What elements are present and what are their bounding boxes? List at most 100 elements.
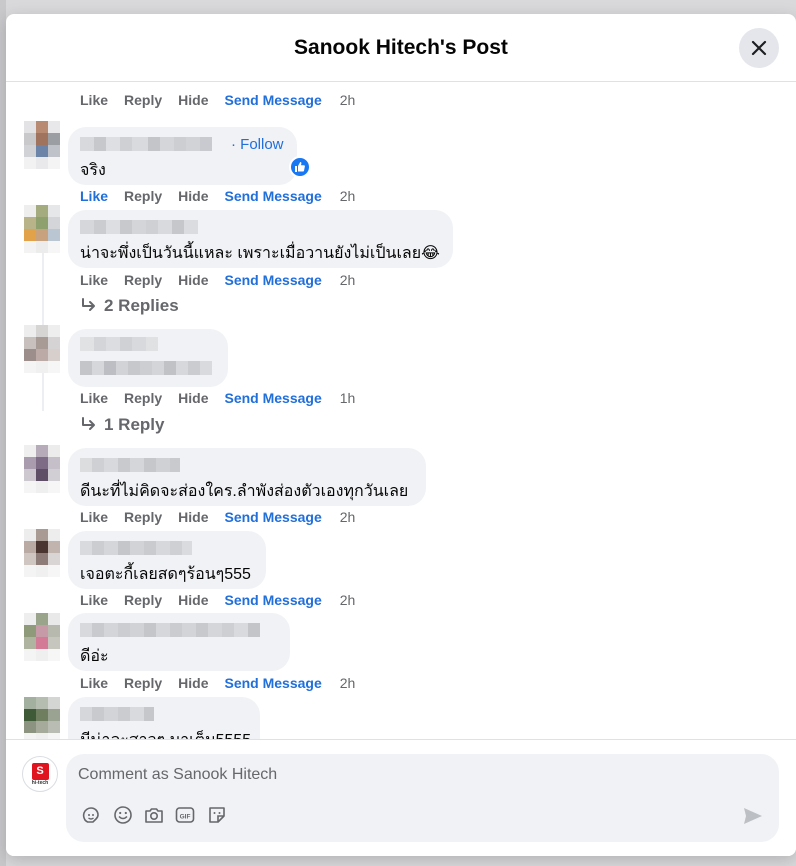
hide-button[interactable]: Hide	[178, 390, 208, 406]
avatar[interactable]	[24, 121, 60, 175]
comment-bubble: น่าจะพึ่งเป็นวันนี้แหละ เพราะเมื่อวานยัง…	[68, 210, 453, 268]
reply-button[interactable]: Reply	[124, 188, 162, 204]
comment-bubble	[68, 329, 228, 387]
follow-link[interactable]: · Follow	[231, 136, 284, 153]
comment-time[interactable]: 2h	[340, 675, 356, 691]
like-button[interactable]: Like	[80, 592, 108, 608]
comment-actions: Like Reply Hide Send Message 2h	[80, 673, 355, 693]
dialog-header: Sanook Hitech's Post	[6, 14, 796, 82]
comment-actions: Like Reply Hide Send Message 1h	[80, 388, 355, 408]
like-button[interactable]: Like	[80, 390, 108, 406]
comment-time[interactable]: 2h	[340, 92, 356, 108]
author-name-blurred[interactable]	[80, 623, 260, 639]
comment-bubble: ดีอ่ะ	[68, 613, 290, 671]
comment-actions: Like Reply Hide Send Message 2h	[80, 186, 355, 206]
hide-button[interactable]: Hide	[178, 272, 208, 288]
reply-button[interactable]: Reply	[124, 592, 162, 608]
emoji-button[interactable]	[112, 804, 134, 826]
comment-time[interactable]: 2h	[340, 272, 356, 288]
avatar[interactable]	[24, 325, 60, 379]
like-button[interactable]: Like	[80, 272, 108, 288]
like-button[interactable]: Like	[80, 188, 108, 204]
like-button[interactable]: Like	[80, 509, 108, 525]
photo-button[interactable]	[143, 804, 165, 826]
hide-button[interactable]: Hide	[178, 188, 208, 204]
emoji-icon	[114, 806, 132, 824]
like-button[interactable]: Like	[80, 92, 108, 108]
hide-button[interactable]: Hide	[178, 92, 208, 108]
comment-bubble: เจอตะกี้เลยสดๆร้อนๆ555	[68, 531, 266, 589]
avatar-sticker-icon	[82, 807, 99, 823]
svg-text:GIF: GIF	[180, 813, 191, 820]
hide-button[interactable]: Hide	[178, 509, 208, 525]
author-name-blurred[interactable]	[80, 337, 158, 353]
comment-text: เจอตะกี้เลยสดๆร้อนๆ555	[80, 566, 251, 583]
like-button[interactable]: Like	[80, 675, 108, 691]
close-button[interactable]	[739, 28, 779, 68]
comments-list[interactable]: Like Reply Hide Send Message 2h · Follow…	[6, 83, 796, 739]
comment-bubble: มีน่าละสาวๆ.มาเต็ม5555	[68, 697, 260, 739]
send-message-button[interactable]: Send Message	[224, 92, 321, 108]
logo-caption: hi-tech	[31, 779, 49, 786]
avatar[interactable]	[24, 529, 60, 583]
reply-arrow-icon	[82, 417, 95, 430]
avatar[interactable]	[24, 205, 60, 259]
view-replies-link[interactable]: 1 Reply	[80, 415, 164, 435]
send-message-button[interactable]: Send Message	[224, 272, 321, 288]
comment-text: น่าจะพึ่งเป็นวันนี้แหละ เพราะเมื่อวานยัง…	[80, 245, 440, 262]
gif-button[interactable]: GIF	[174, 804, 196, 826]
comment-time[interactable]: 1h	[340, 390, 356, 406]
author-name-blurred[interactable]	[80, 137, 212, 153]
avatar[interactable]	[24, 697, 60, 739]
reaction-badge[interactable]	[289, 156, 311, 178]
comment-bubble: ดีนะที่ไม่คิดจะส่องใคร.ลำพังส่องตัวเองทุ…	[68, 448, 426, 506]
reply-button[interactable]: Reply	[124, 390, 162, 406]
replies-count: 1 Reply	[104, 415, 165, 434]
hide-button[interactable]: Hide	[178, 592, 208, 608]
page-avatar[interactable]: S hi-tech	[22, 756, 58, 792]
send-comment-button[interactable]	[741, 804, 765, 828]
author-name-blurred[interactable]	[80, 220, 198, 236]
comment-actions: Like Reply Hide Send Message 2h	[80, 270, 355, 290]
send-icon	[744, 808, 762, 824]
post-dialog: Sanook Hitech's Post Like Reply Hide Sen…	[6, 14, 796, 856]
view-replies-link[interactable]: 2 Replies	[80, 296, 179, 316]
sticker-icon	[209, 807, 225, 823]
send-message-button[interactable]: Send Message	[224, 390, 321, 406]
sticker-button[interactable]	[206, 804, 228, 826]
hide-button[interactable]: Hide	[178, 675, 208, 691]
author-name-blurred[interactable]	[80, 707, 154, 723]
comment-text: มีน่าละสาวๆ.มาเต็ม5555	[80, 728, 251, 739]
gif-icon: GIF	[175, 807, 195, 823]
sanook-hitech-logo: S	[31, 762, 49, 780]
author-name-blurred[interactable]	[80, 541, 192, 557]
comment-actions: Like Reply Hide Send Message 2h	[80, 90, 355, 110]
comment-composer-area: S hi-tech Comment as Sanook Hitech GIF	[6, 739, 796, 856]
comment-composer: GIF	[66, 754, 779, 842]
reply-button[interactable]: Reply	[124, 92, 162, 108]
dialog-title: Sanook Hitech's Post	[294, 35, 508, 59]
comment-time[interactable]: 2h	[340, 592, 356, 608]
comment-text-blurred	[80, 361, 212, 377]
comment-text: ดีนะที่ไม่คิดจะส่องใคร.ลำพังส่องตัวเองทุ…	[80, 483, 409, 500]
avatar[interactable]	[24, 445, 60, 499]
comment-time[interactable]: 2h	[340, 188, 356, 204]
comment-actions: Like Reply Hide Send Message 2h	[80, 507, 355, 527]
send-message-button[interactable]: Send Message	[224, 509, 321, 525]
comment-time[interactable]: 2h	[340, 509, 356, 525]
reply-arrow-icon	[82, 298, 95, 311]
send-message-button[interactable]: Send Message	[224, 188, 321, 204]
reply-button[interactable]: Reply	[124, 509, 162, 525]
reply-button[interactable]: Reply	[124, 272, 162, 288]
close-icon	[751, 40, 767, 56]
replies-count: 2 Replies	[104, 296, 179, 315]
comment-bubble: · Follow จริง	[68, 127, 297, 185]
comment-input[interactable]	[78, 762, 678, 788]
author-name-blurred[interactable]	[80, 458, 180, 474]
camera-icon	[145, 808, 163, 823]
send-message-button[interactable]: Send Message	[224, 592, 321, 608]
reply-button[interactable]: Reply	[124, 675, 162, 691]
avatar-sticker-button[interactable]	[80, 804, 102, 826]
send-message-button[interactable]: Send Message	[224, 675, 321, 691]
avatar[interactable]	[24, 613, 60, 667]
